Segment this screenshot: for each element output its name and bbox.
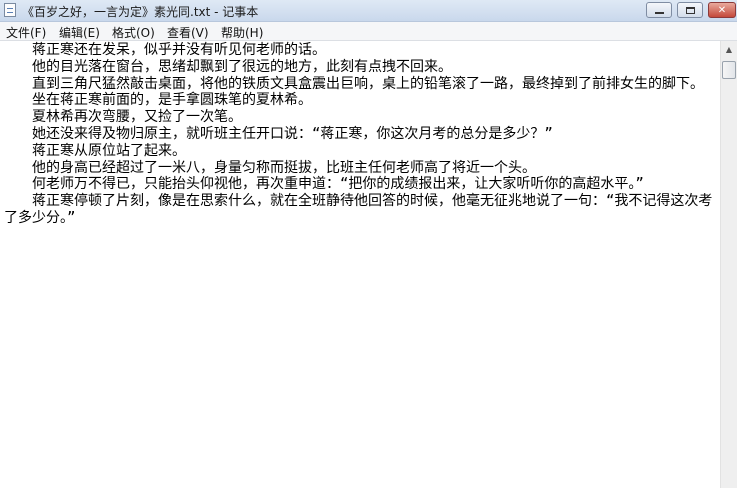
scroll-up-arrow-icon[interactable]: ▲ (721, 41, 737, 58)
notepad-icon[interactable] (4, 3, 16, 17)
close-icon: ✕ (717, 4, 727, 16)
title-bar[interactable]: 《百岁之好，一言为定》素光同.txt - 记事本 ✕ (0, 0, 737, 22)
vertical-scrollbar[interactable]: ▲ (720, 41, 737, 488)
menu-edit[interactable]: 编辑(E) (59, 24, 100, 41)
menu-view[interactable]: 查看(V) (167, 24, 209, 41)
text-editor-area[interactable]: 蒋正寒还在发呆，似乎并没有听见何老师的话。 他的目光落在窗台，思绪却飘到了很远的… (0, 41, 720, 488)
minimize-button[interactable] (646, 2, 672, 18)
maximize-icon (685, 6, 695, 14)
menu-format[interactable]: 格式(O) (112, 24, 155, 41)
close-button[interactable]: ✕ (708, 2, 736, 18)
menu-file[interactable]: 文件(F) (6, 24, 46, 41)
window-title: 《百岁之好，一言为定》素光同.txt - 记事本 (22, 5, 259, 19)
menu-help[interactable]: 帮助(H) (221, 24, 263, 41)
minimize-icon (654, 12, 664, 14)
document-text[interactable]: 蒋正寒还在发呆，似乎并没有听见何老师的话。 他的目光落在窗台，思绪却飘到了很远的… (0, 41, 720, 227)
maximize-button[interactable] (677, 2, 703, 18)
menu-bar: 文件(F) 编辑(E) 格式(O) 查看(V) 帮助(H) (0, 22, 737, 41)
scrollbar-thumb[interactable] (722, 61, 736, 79)
notepad-window: 《百岁之好，一言为定》素光同.txt - 记事本 ✕ 文件(F) 编辑(E) 格… (0, 0, 737, 488)
